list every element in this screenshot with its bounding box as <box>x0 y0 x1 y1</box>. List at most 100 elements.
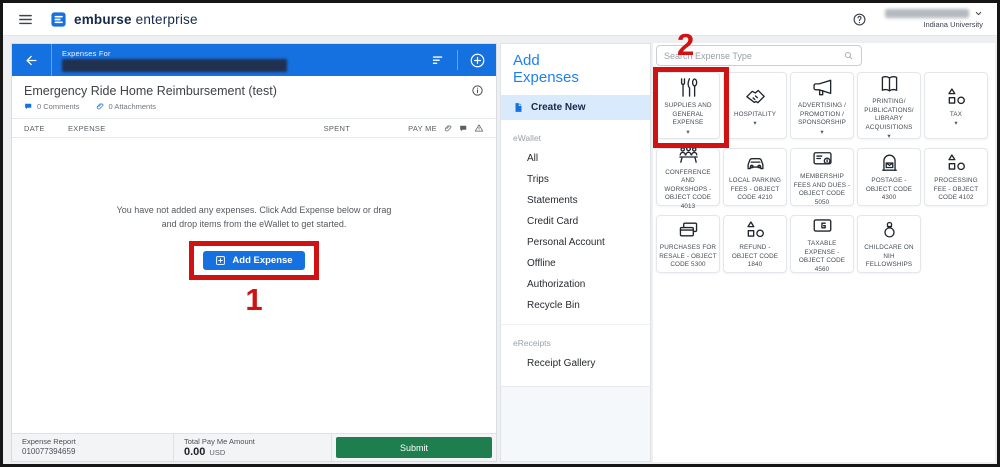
audience-icon <box>677 143 700 166</box>
nav-section: eReceiptsReceipt Gallery <box>501 324 650 374</box>
search-input[interactable] <box>664 51 843 61</box>
expense-type-grid: SUPPLIES AND GENERAL EXPENSE▾HOSPITALITY… <box>656 72 988 273</box>
card-badge-icon <box>811 147 834 170</box>
utensils-icon <box>677 76 700 99</box>
attachments-link[interactable]: 0 Attachments <box>96 102 157 111</box>
expense-type-tile-tax[interactable]: TAX▾ <box>924 72 988 139</box>
top-bar: emburse enterprise Indiana University <box>3 3 997 36</box>
add-expenses-panel: Add Expenses Create New eWalletAllTripsS… <box>500 43 651 462</box>
expense-type-tile-printing-publications-library-acquisitio[interactable]: PRINTING/ PUBLICATIONS/ LIBRARY ACQUISIT… <box>857 72 921 139</box>
mailbox-icon <box>878 151 901 174</box>
expense-type-label: HOSPITALITY <box>734 111 776 120</box>
expense-type-label: ADVERTISING / PROMOTION / SPONSORSHIP <box>793 102 851 128</box>
empty-state: You have not added any expenses. Click A… <box>12 112 496 407</box>
panel-bottom-filler <box>501 386 650 462</box>
expense-type-tile-taxable-expense-object-code-4560[interactable]: TAXABLE EXPENSE - OBJECT CODE 4560 <box>790 215 854 273</box>
expense-type-tile-supplies-and-general-expense[interactable]: SUPPLIES AND GENERAL EXPENSE ▾ <box>656 72 720 139</box>
comments-link[interactable]: 0 Comments <box>24 102 80 111</box>
pacifier-icon <box>878 218 901 241</box>
currency-label: USD <box>209 448 225 457</box>
report-title: Emergency Ride Home Reimbursement (test) <box>24 84 277 98</box>
sidebar-item-all[interactable]: All <box>501 148 650 169</box>
expense-type-tile-local-parking-fees-object-code-4210[interactable]: LOCAL PARKING FEES - OBJECT CODE 4210 <box>723 148 787 206</box>
brand-logo: emburse enterprise <box>50 11 198 28</box>
expense-type-label: POSTAGE - OBJECT CODE 4300 <box>860 177 918 203</box>
empty-message-line1: You have not added any expenses. Click A… <box>117 204 392 218</box>
expenses-for-label: Expenses For <box>62 49 409 58</box>
emburse-app-window: emburse enterprise Indiana University Ex… <box>0 0 1000 467</box>
info-icon[interactable] <box>471 84 484 97</box>
sidebar-item-receipt-gallery[interactable]: Receipt Gallery <box>501 353 650 374</box>
comments-count: 0 Comments <box>37 102 80 111</box>
expense-type-tile-purchases-for-resale-object-code-5300[interactable]: PURCHASES FOR RESALE - OBJECT CODE 5300 <box>656 215 720 273</box>
empty-state-message: You have not added any expenses. Click A… <box>117 204 392 231</box>
submit-button[interactable]: Submit <box>336 437 492 458</box>
expense-type-label: REFUND - OBJECT CODE 1840 <box>726 244 784 270</box>
attachments-count: 0 Attachments <box>109 102 157 111</box>
chevron-down-icon: ▾ <box>820 131 823 135</box>
sidebar-item-recycle-bin[interactable]: Recycle Bin <box>501 295 650 316</box>
expense-type-label: CHILDCARE ON NIH FELLOWSHIPS <box>860 244 918 270</box>
expense-type-tile-processing-fee-object-code-4102[interactable]: PROCESSING FEE - OBJECT CODE 4102 <box>924 148 988 206</box>
expense-type-tile-childcare-on-nih-fellowships[interactable]: CHILDCARE ON NIH FELLOWSHIPS <box>857 215 921 273</box>
expense-type-tile-conference-and-workshops-object-code-401[interactable]: CONFERENCE AND WORKSHOPS - OBJECT CODE 4… <box>656 148 720 206</box>
add-expenses-title: Add Expenses <box>501 44 601 95</box>
sort-button[interactable] <box>419 44 457 76</box>
create-new-label: Create New <box>531 102 585 113</box>
expense-report-label: Expense Report <box>22 437 163 446</box>
comment-icon <box>24 102 33 111</box>
brand-secondary: enterprise <box>136 12 198 27</box>
handshake-icon <box>744 85 767 108</box>
hamburger-menu-icon[interactable] <box>17 11 34 28</box>
expense-type-label: CONFERENCE AND WORKSHOPS - OBJECT CODE 4… <box>659 169 717 212</box>
cards-icon <box>677 218 700 241</box>
chevron-down-icon: ▾ <box>887 135 890 139</box>
brand-primary: emburse <box>74 12 132 27</box>
expense-type-tile-hospitality[interactable]: HOSPITALITY ▾ <box>723 72 787 139</box>
search-icon[interactable] <box>843 50 854 61</box>
add-expense-button[interactable]: Add Expense <box>203 251 304 270</box>
redacted-user-name <box>885 9 969 18</box>
expense-type-tile-refund-object-code-1840[interactable]: REFUND - OBJECT CODE 1840 <box>723 215 787 273</box>
help-icon[interactable] <box>852 12 867 27</box>
plus-circle-icon <box>469 52 486 69</box>
emburse-logo-icon <box>50 11 67 28</box>
chevron-down-icon: ▾ <box>954 122 957 126</box>
expense-type-panel: SUPPLIES AND GENERAL EXPENSE▾HOSPITALITY… <box>653 43 995 462</box>
nav-sections: eWalletAllTripsStatementsCredit CardPers… <box>501 120 650 374</box>
book-icon <box>878 72 901 95</box>
plus-square-icon <box>215 255 226 266</box>
expense-type-tile-postage-object-code-4300[interactable]: POSTAGE - OBJECT CODE 4300 <box>857 148 921 206</box>
user-menu[interactable]: Indiana University <box>885 9 983 29</box>
sidebar-item-personal-account[interactable]: Personal Account <box>501 232 650 253</box>
annotation-number-1: 1 <box>245 284 262 315</box>
add-report-item-button[interactable] <box>458 44 496 76</box>
sidebar-item-create-new[interactable]: Create New <box>501 95 650 120</box>
expense-type-label: SUPPLIES AND GENERAL EXPENSE <box>659 102 717 128</box>
sidebar-item-offline[interactable]: Offline <box>501 253 650 274</box>
sidebar-item-authorization[interactable]: Authorization <box>501 274 650 295</box>
shapes-icon <box>945 151 968 174</box>
megaphone-icon <box>811 76 834 99</box>
expense-type-label: TAXABLE EXPENSE - OBJECT CODE 4560 <box>793 240 851 274</box>
expense-type-tile-advertising-promotion-sponsorship[interactable]: ADVERTISING / PROMOTION / SPONSORSHIP ▾ <box>790 72 854 139</box>
chevron-down-icon: ▾ <box>753 122 756 126</box>
expense-type-tile-membership-fees-and-dues-object-code-505[interactable]: MEMBERSHIP FEES AND DUES - OBJECT CODE 5… <box>790 148 854 206</box>
redacted-employee-name <box>62 59 287 72</box>
expense-report-panel: Expenses For Emergency Ride Home Reimbur… <box>11 43 497 462</box>
shapes-icon <box>744 218 767 241</box>
sidebar-item-credit-card[interactable]: Credit Card <box>501 211 650 232</box>
sidebar-item-statements[interactable]: Statements <box>501 190 650 211</box>
car-icon <box>744 151 767 174</box>
sidebar-item-trips[interactable]: Trips <box>501 169 650 190</box>
total-amount: 0.00 <box>184 446 205 458</box>
expense-type-label: PRINTING/ PUBLICATIONS/ LIBRARY ACQUISIT… <box>860 98 918 132</box>
empty-message-line2: and drop items from the eWallet to get s… <box>117 218 392 232</box>
paperclip-icon <box>96 102 105 111</box>
organization-name: Indiana University <box>923 20 983 29</box>
add-expense-label: Add Expense <box>232 255 292 266</box>
expense-type-label: LOCAL PARKING FEES - OBJECT CODE 4210 <box>726 177 784 203</box>
sort-icon <box>431 53 446 68</box>
chevron-down-icon: ▾ <box>686 131 689 135</box>
back-button[interactable] <box>12 44 52 76</box>
